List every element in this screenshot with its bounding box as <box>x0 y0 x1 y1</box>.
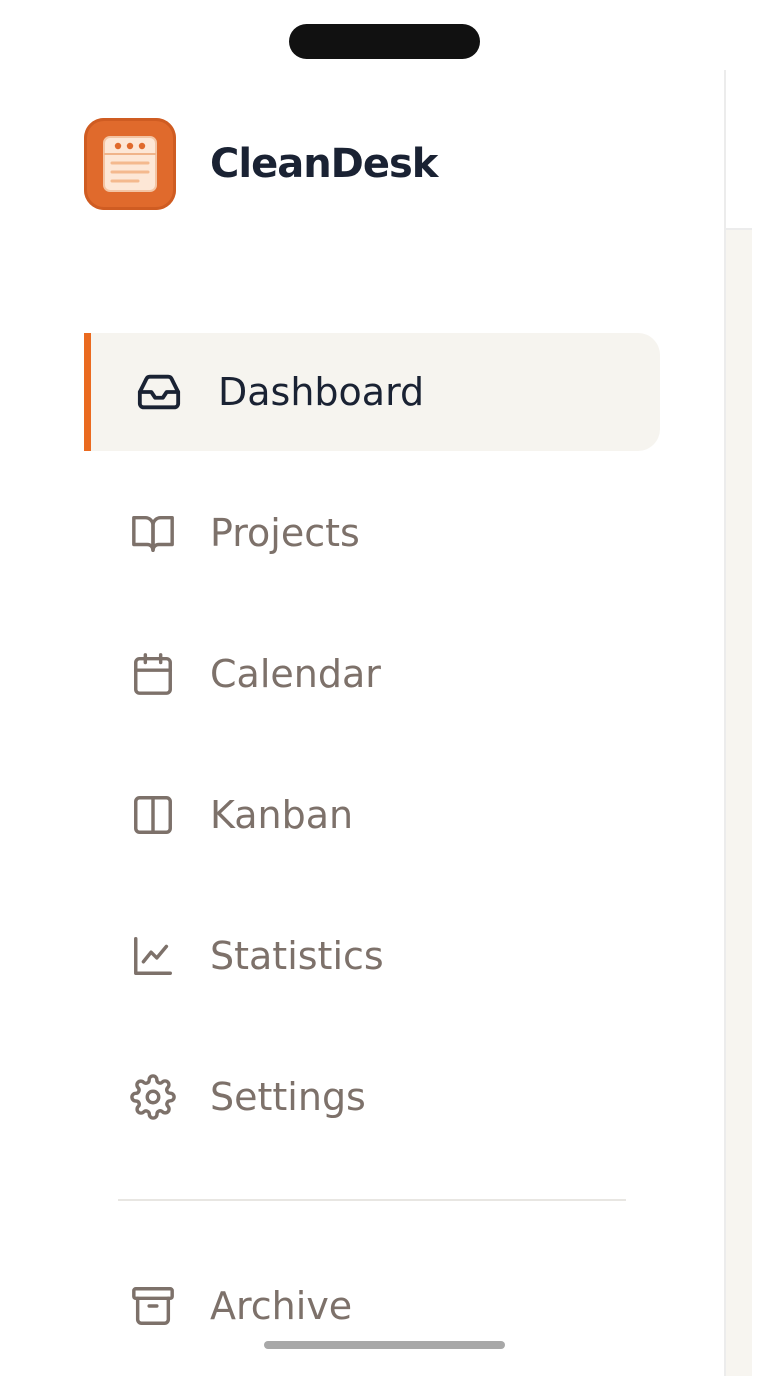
brand[interactable]: CleanDesk <box>84 118 438 210</box>
archive-box-icon <box>130 1283 176 1329</box>
columns-icon <box>130 792 176 838</box>
app-name: CleanDesk <box>210 141 438 187</box>
notepad-icon <box>84 118 176 210</box>
sidebar-item-kanban[interactable]: Kanban <box>84 756 660 874</box>
sidebar-item-calendar[interactable]: Calendar <box>84 615 660 733</box>
sidebar-divider <box>118 1199 626 1201</box>
sidebar-item-label: Projects <box>210 511 360 555</box>
sidebar-item-label: Statistics <box>210 934 384 978</box>
sidebar-item-dashboard[interactable]: Dashboard <box>84 333 660 451</box>
sidebar-item-label: Dashboard <box>218 370 425 414</box>
sidebar-item-label: Settings <box>210 1075 366 1119</box>
sidebar-item-label: Kanban <box>210 793 354 837</box>
sidebar: CleanDesk Dashboard Projects Calendar Ka… <box>0 70 722 1376</box>
gear-icon <box>130 1074 176 1120</box>
calendar-icon <box>130 651 176 697</box>
inbox-icon <box>136 369 182 415</box>
book-open-icon <box>130 510 176 556</box>
sidebar-item-settings[interactable]: Settings <box>84 1038 660 1156</box>
app-screen: CleanDesk Dashboard Projects Calendar Ka… <box>0 0 768 1376</box>
sidebar-item-statistics[interactable]: Statistics <box>84 897 660 1015</box>
sidebar-item-label: Archive <box>210 1284 353 1328</box>
sidebar-item-projects[interactable]: Projects <box>84 474 660 592</box>
main-content-edge <box>724 70 752 1376</box>
sidebar-nav: Dashboard Projects Calendar Kanban Stati… <box>84 333 660 1179</box>
line-chart-icon <box>130 933 176 979</box>
sidebar-item-label: Calendar <box>210 652 381 696</box>
device-notch <box>289 24 480 59</box>
home-indicator <box>264 1341 505 1349</box>
main-content-header-edge <box>726 70 752 230</box>
